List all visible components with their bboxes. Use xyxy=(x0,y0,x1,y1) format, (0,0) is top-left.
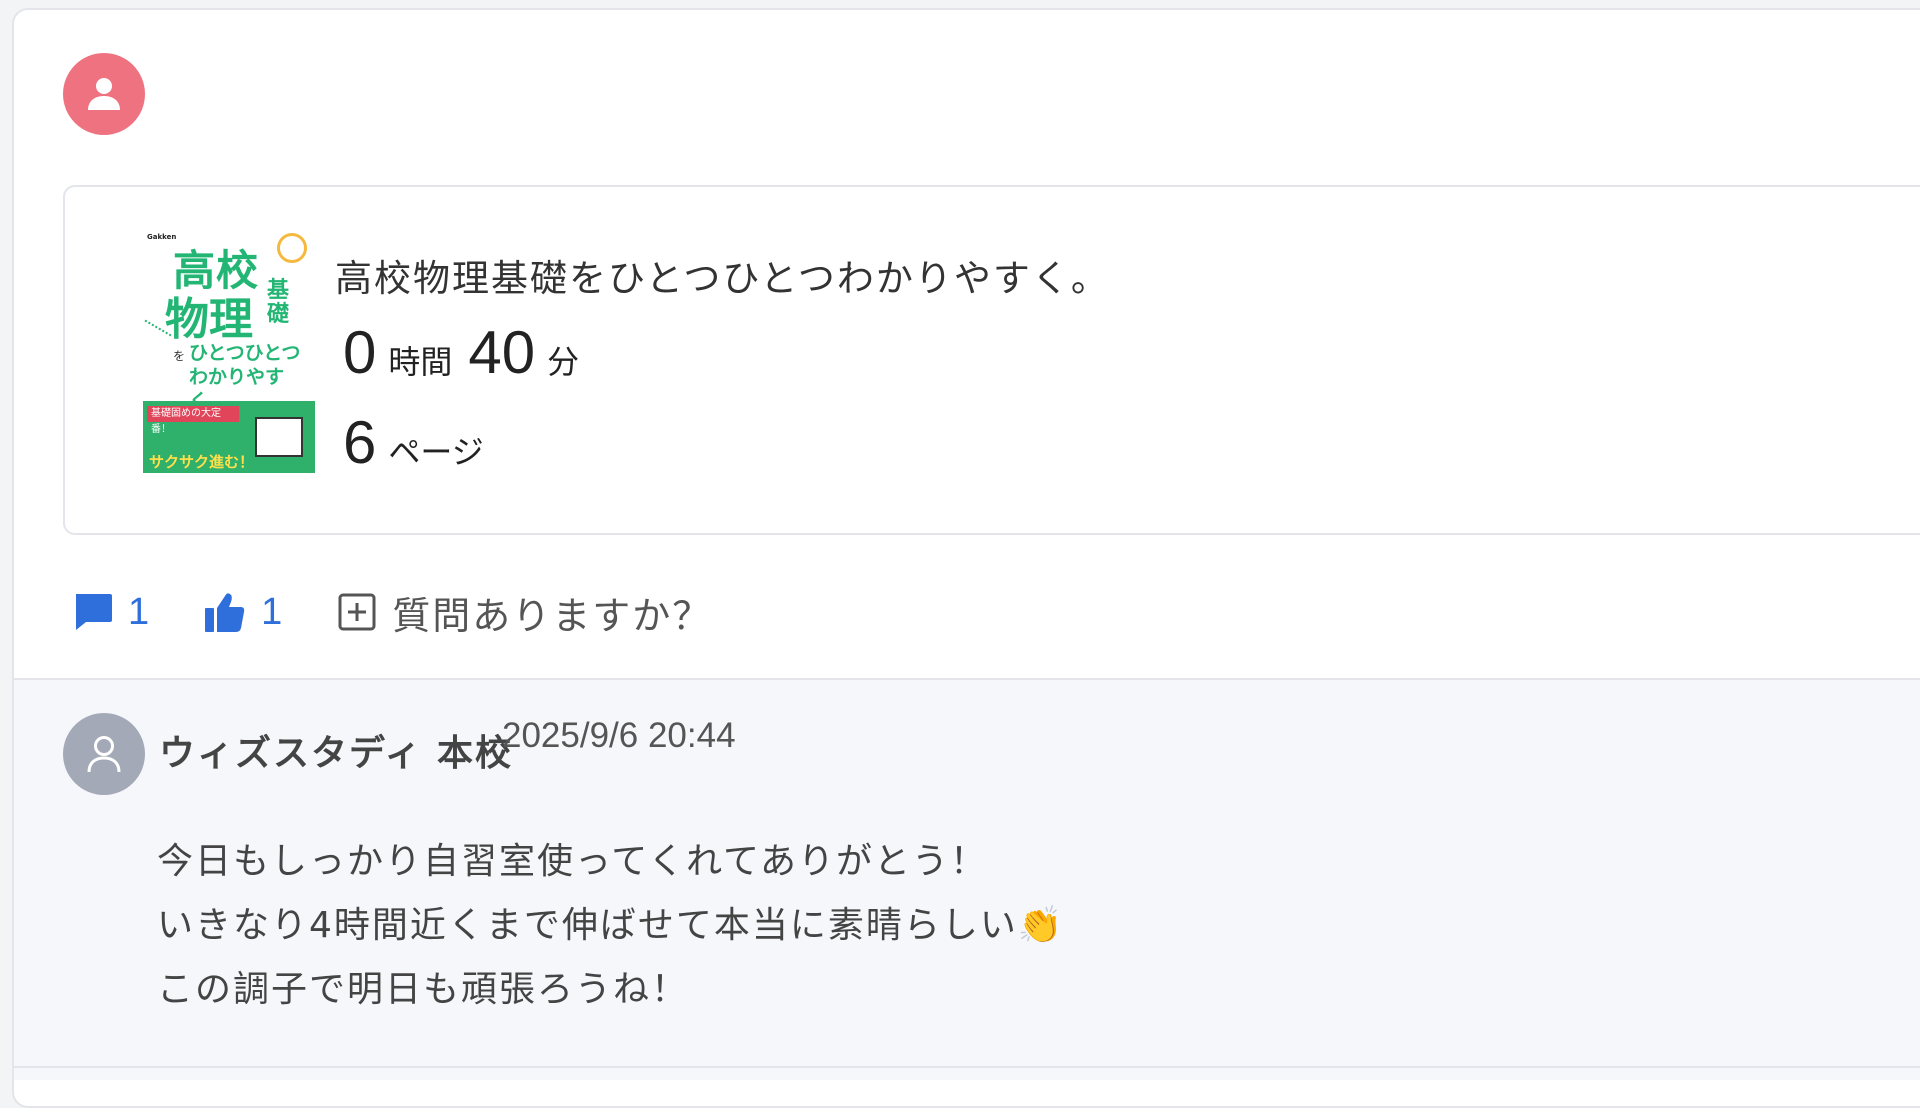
comment-body: 今日もしっかり自習室使ってくれてありがとう！ いきなり4時間近くまで伸ばせて本当… xyxy=(157,830,1065,1022)
cover-band-text: サクサク進む！ xyxy=(149,453,255,471)
minutes-unit: 分 xyxy=(547,343,580,381)
plus-square-icon xyxy=(338,593,376,631)
cover-band-tag: 基礎固めの大定番！ xyxy=(147,406,239,435)
comment-author-avatar[interactable] xyxy=(63,713,145,795)
study-pages: 6 ページ xyxy=(343,408,500,477)
ask-question-label: 質問ありますか？ xyxy=(392,593,713,638)
book-cover-image: Gakken 高校 物理 基礎 を ひとつひとつ わかりやすく。 基礎固めの大定… xyxy=(143,231,315,473)
ask-question-button[interactable]: 質問ありますか？ xyxy=(338,585,712,640)
pages-unit: ページ xyxy=(388,433,484,471)
comment-section: ウィズスタディ 本校 2025/9/6 20:44 今日もしっかり自習室使ってく… xyxy=(14,678,1920,1080)
comment-author-name[interactable]: ウィズスタディ 本校 xyxy=(159,724,513,776)
cover-title-line2: 物理 xyxy=(165,294,253,345)
study-time: 0 時間 40 分 xyxy=(343,318,595,387)
like-count: 1 xyxy=(261,590,283,633)
user-outline-icon xyxy=(87,736,121,773)
comment-timestamp: 2025/9/6 20:44 xyxy=(502,716,736,755)
smiley-face-icon xyxy=(277,233,307,263)
page-count: 6 xyxy=(343,409,377,476)
study-hours: 0 xyxy=(343,319,377,386)
post-card: Gakken 高校 物理 基礎 を ひとつひとつ わかりやすく。 基礎固めの大定… xyxy=(12,8,1920,1108)
post-actions: 1 1 質問ありますか？ xyxy=(72,582,712,642)
book-illustration-icon xyxy=(255,417,303,457)
user-icon xyxy=(88,78,120,110)
study-minutes: 40 xyxy=(468,319,536,386)
comment-icon xyxy=(76,594,112,630)
post-author-avatar[interactable] xyxy=(63,53,145,135)
cover-title-suffix: 基礎 xyxy=(267,278,290,327)
hours-unit: 時間 xyxy=(388,343,453,381)
comment-line: 今日もしっかり自習室使ってくれてありがとう！ xyxy=(157,841,988,882)
comment-line: この調子で明日も頑張ろうね！ xyxy=(157,969,690,1010)
cover-band: 基礎固めの大定番！ サクサク進む！ xyxy=(143,401,315,473)
comment-button[interactable]: 1 xyxy=(72,591,149,634)
comment-line: いきなり4時間近くまで伸ばせて本当に素晴らしい👏 xyxy=(157,905,1065,946)
cover-particle: を xyxy=(173,349,186,363)
cover-subtitle-line1: ひとつひとつ xyxy=(189,342,301,364)
comment-count: 1 xyxy=(128,590,150,633)
thumbs-up-icon xyxy=(205,593,245,632)
comment-divider xyxy=(14,1066,1920,1068)
like-button[interactable]: 1 xyxy=(203,590,282,634)
study-record: Gakken 高校 物理 基礎 を ひとつひとつ わかりやすく。 基礎固めの大定… xyxy=(63,185,1920,535)
cover-publisher: Gakken xyxy=(147,233,177,241)
book-title[interactable]: 高校物理基礎をひとつひとつわかりやすく。 xyxy=(335,248,1110,302)
